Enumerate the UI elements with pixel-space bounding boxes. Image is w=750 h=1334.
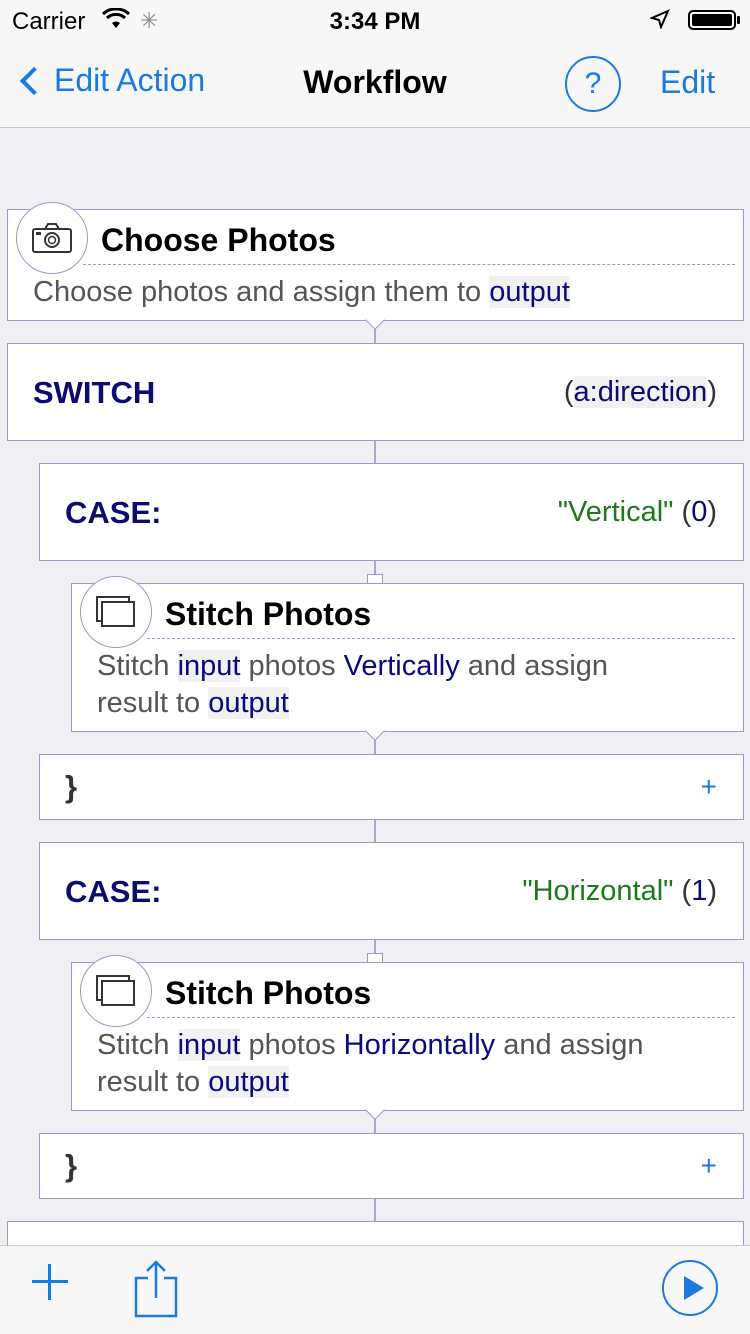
play-icon[interactable] bbox=[662, 1260, 718, 1316]
case-value: "Vertical" (0) bbox=[557, 496, 717, 528]
variable-token-output[interactable]: output bbox=[489, 276, 570, 308]
stack-icon bbox=[80, 576, 152, 648]
action-description: Choose photos and assign them to output bbox=[33, 276, 570, 308]
close-brace: } bbox=[65, 1148, 78, 1183]
action-description: Stitch input photos Horizontally and ass… bbox=[97, 1029, 644, 1098]
battery-tip bbox=[737, 16, 740, 24]
case-end-block[interactable]: } + bbox=[39, 754, 744, 820]
connector bbox=[374, 1199, 376, 1221]
action-description: Stitch input photos Vertically and assig… bbox=[97, 650, 609, 719]
switch-end-block[interactable] bbox=[7, 1221, 744, 1245]
action-card-choose-photos[interactable]: Choose Photos Choose photos and assign t… bbox=[7, 209, 744, 321]
plus-icon[interactable] bbox=[30, 1262, 70, 1302]
switch-keyword: SWITCH bbox=[33, 375, 156, 410]
action-title: Stitch Photos bbox=[165, 596, 372, 632]
variable-token-output[interactable]: output bbox=[208, 1066, 289, 1098]
action-title: Choose Photos bbox=[101, 222, 336, 258]
case-keyword: CASE: bbox=[65, 495, 162, 530]
variable-token-input[interactable]: input bbox=[177, 1029, 241, 1061]
action-card-stitch-photos-vertical[interactable]: Stitch Photos Stitch input photos Vertic… bbox=[71, 583, 744, 732]
status-time: 3:34 PM bbox=[329, 8, 421, 35]
case-block-horizontal[interactable]: CASE: "Horizontal" (1) bbox=[39, 842, 744, 940]
status-bar: Carrier ✳ 3:34 PM bbox=[0, 0, 750, 40]
switch-argument: (a:direction) bbox=[563, 376, 717, 408]
switch-block[interactable]: SWITCH (a:direction) bbox=[7, 343, 744, 441]
variable-token-input[interactable]: input bbox=[177, 650, 241, 682]
close-brace: } bbox=[65, 769, 78, 804]
camera-icon bbox=[16, 202, 88, 274]
edit-button[interactable]: Edit bbox=[660, 64, 715, 101]
chevron-left-icon bbox=[19, 66, 49, 95]
case-end-block[interactable]: } + bbox=[39, 1133, 744, 1199]
connector bbox=[374, 441, 376, 463]
action-card-stitch-photos-horizontal[interactable]: Stitch Photos Stitch input photos Horizo… bbox=[71, 962, 744, 1111]
parameter-token-direction[interactable]: Horizontally bbox=[344, 1029, 496, 1061]
bottom-toolbar bbox=[0, 1245, 750, 1334]
help-button[interactable]: ? bbox=[565, 56, 621, 112]
parameter-token-direction[interactable]: Vertically bbox=[344, 650, 460, 682]
case-block-vertical[interactable]: CASE: "Vertical" (0) bbox=[39, 463, 744, 561]
back-button[interactable]: Edit Action bbox=[16, 62, 205, 99]
case-keyword: CASE: bbox=[65, 874, 162, 909]
navigation-bar: Edit Action Workflow ? Edit bbox=[0, 40, 750, 128]
add-action-button[interactable]: + bbox=[701, 1150, 717, 1182]
variable-token-direction[interactable]: a:direction bbox=[573, 376, 708, 408]
divider bbox=[83, 264, 735, 265]
case-value: "Horizontal" (1) bbox=[522, 875, 717, 907]
add-action-button[interactable]: + bbox=[701, 771, 717, 803]
battery-icon bbox=[688, 10, 736, 30]
divider bbox=[147, 1017, 735, 1018]
action-title: Stitch Photos bbox=[165, 975, 372, 1011]
stack-icon bbox=[80, 955, 152, 1027]
share-icon[interactable] bbox=[128, 1258, 184, 1320]
location-arrow-icon bbox=[649, 8, 670, 36]
variable-token-output[interactable]: output bbox=[208, 687, 289, 719]
divider bbox=[147, 638, 735, 639]
connector bbox=[374, 820, 376, 842]
back-button-label: Edit Action bbox=[54, 62, 206, 98]
workflow-canvas[interactable]: Choose Photos Choose photos and assign t… bbox=[0, 129, 750, 1245]
